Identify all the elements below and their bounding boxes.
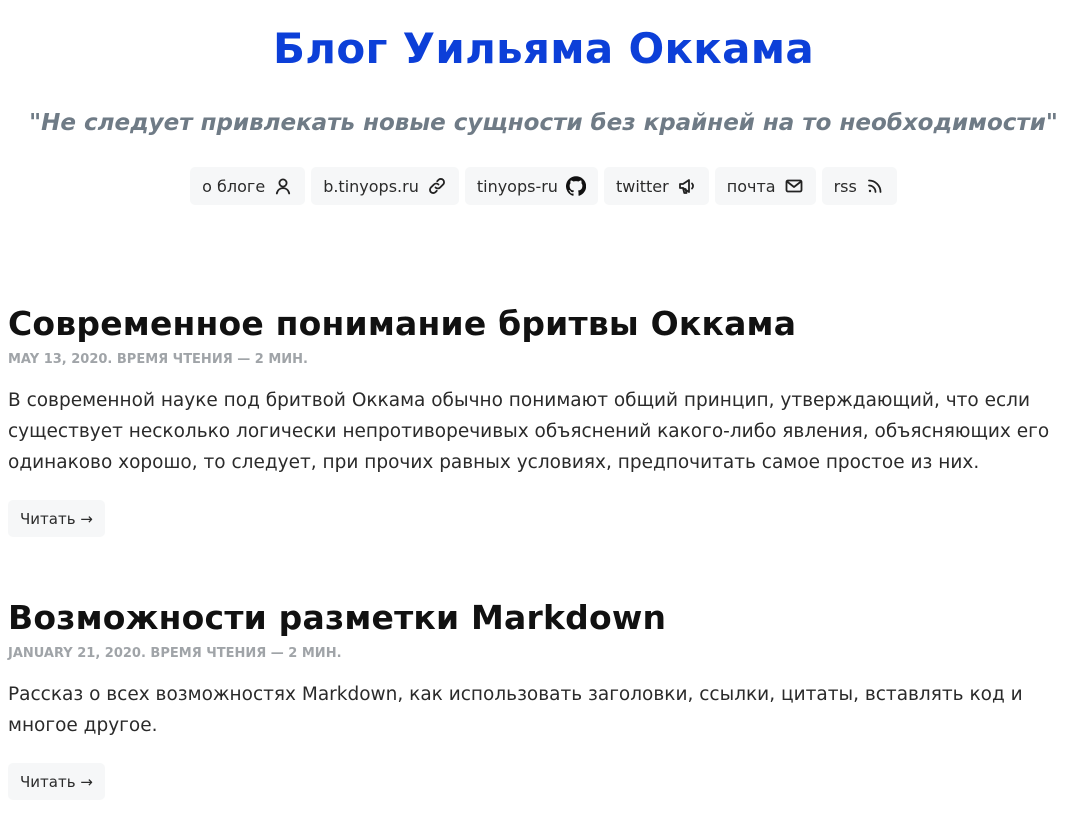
header-nav: о блоге b.tinyops.ru tinyops-ru twitter … — [0, 167, 1087, 205]
nav-link-label: о блоге — [202, 176, 266, 196]
post-card: Возможности разметки Markdown JANUARY 21… — [8, 597, 1078, 800]
read-more-button[interactable]: Читать → — [8, 763, 105, 800]
github-icon — [565, 176, 586, 196]
nav-link-github[interactable]: tinyops-ru — [464, 167, 598, 205]
post-meta: JANUARY 21, 2020. ВРЕМЯ ЧТЕНИЯ — 2 МИН. — [8, 646, 342, 661]
post-summary: В современной науке под бритвой Оккама о… — [8, 390, 1050, 473]
site-tagline: "Не следует привлекать новые сущности бе… — [29, 110, 1058, 136]
nav-link-label: rss — [833, 176, 857, 196]
page: Блог Уильяма Оккама "Не следует привлека… — [0, 0, 1087, 815]
nav-link-twitter[interactable]: twitter — [603, 167, 709, 205]
rss-icon — [865, 176, 885, 196]
post-title[interactable]: Современное понимание бритвы Оккама — [8, 303, 1078, 345]
mail-icon — [784, 176, 804, 196]
nav-link-rss[interactable]: rss — [821, 167, 897, 205]
nav-link-label: почта — [726, 176, 776, 196]
post-title[interactable]: Возможности разметки Markdown — [8, 597, 1078, 639]
nav-link-site[interactable]: b.tinyops.ru — [311, 167, 459, 205]
nav-link-label: twitter — [615, 176, 669, 196]
read-more-button[interactable]: Читать → — [8, 500, 105, 537]
nav-link-label: b.tinyops.ru — [323, 176, 419, 196]
site-title[interactable]: Блог Уильяма Оккама — [0, 22, 1087, 76]
post-meta: MAY 13, 2020. ВРЕМЯ ЧТЕНИЯ — 2 МИН. — [8, 352, 308, 367]
nav-link-label: tinyops-ru — [476, 176, 558, 196]
megaphone-icon — [677, 176, 697, 196]
post-card: Современное понимание бритвы Оккама MAY … — [8, 303, 1078, 537]
user-icon — [273, 176, 293, 196]
link-icon — [427, 176, 447, 196]
nav-link-email[interactable]: почта — [714, 167, 816, 205]
post-summary: Рассказ о всех возможностях Markdown, ка… — [8, 684, 1023, 736]
nav-link-about[interactable]: о блоге — [190, 167, 306, 205]
